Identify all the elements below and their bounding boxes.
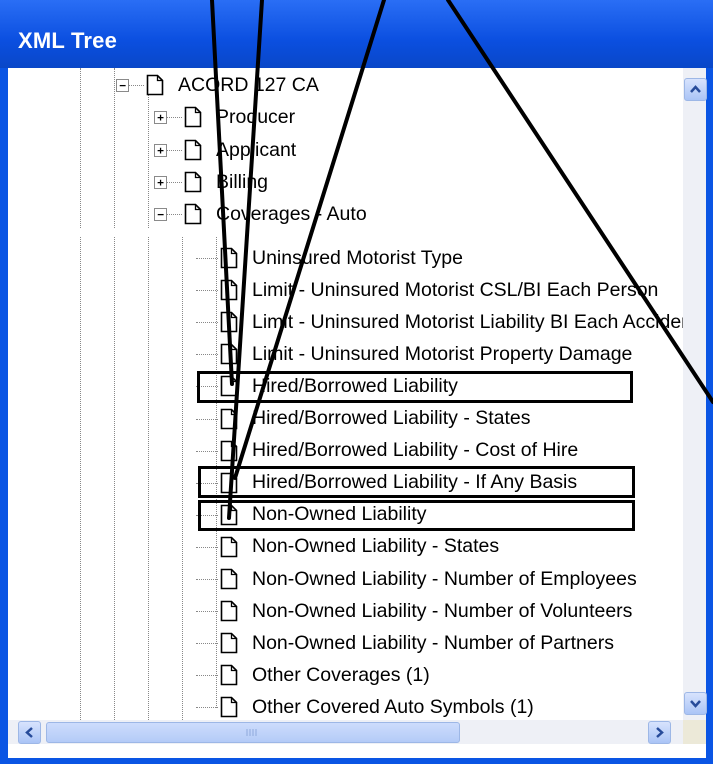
pointer-line-4 xyxy=(446,0,713,404)
xml-tree-window: XML Tree ACORD 127 CA−Producer+Applicant… xyxy=(0,0,713,764)
annotation-lines xyxy=(210,0,713,520)
pointer-line-1 xyxy=(210,0,234,386)
